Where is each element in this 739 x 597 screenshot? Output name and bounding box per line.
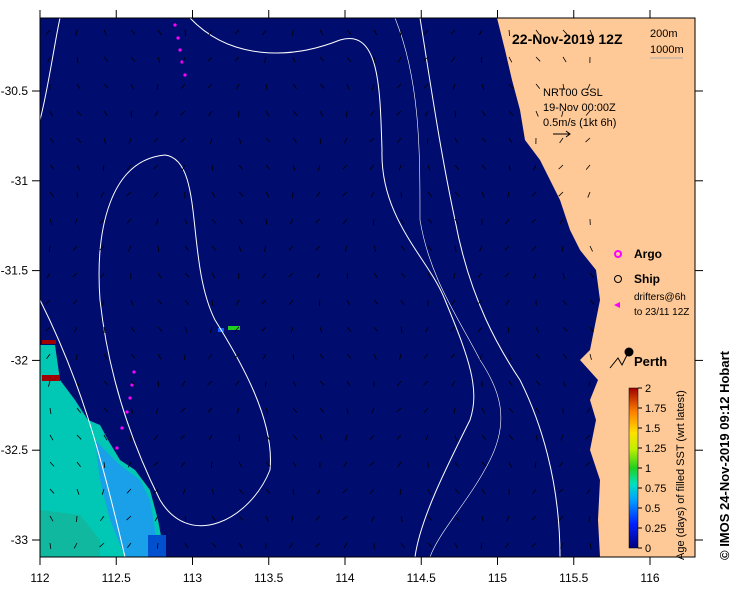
x-tick-label: 115 (488, 571, 507, 585)
city-perth: Perth (634, 354, 667, 369)
x-tick-label: 116 (640, 571, 659, 585)
colorbar-tick-label: 1.5 (645, 423, 660, 435)
legend-drifters-2: to 23/11 12Z (634, 307, 689, 318)
legend-argo: Argo (634, 247, 662, 261)
current-scale: 0.5m/s (1kt 6h) (543, 117, 616, 129)
credit: © IMOS 24-Nov-2019 09:12 Hobart (717, 350, 732, 560)
x-tick-label: 112 (30, 571, 49, 585)
y-tick-label: -30.5 (1, 84, 29, 98)
y-tick-label: -32 (11, 353, 29, 367)
x-tick-label: 114 (335, 571, 354, 585)
colorbar-tick-label: 0 (645, 543, 651, 555)
y-tick-label: -31 (11, 174, 29, 188)
colorbar-tick-label: 2 (645, 383, 651, 395)
colorbar-label: Age (days) of filled SST (wrt latest) (675, 390, 687, 560)
x-tick-label: 113 (183, 571, 202, 585)
map-canvas: 112 112.5 113 113.5 114 114.5 115 115.5 116 -30.5… (0, 0, 739, 592)
colorbar-tick-label: 0.5 (645, 503, 660, 515)
colorbar-tick-label: 0.75 (645, 483, 666, 495)
current-time: 19-Nov 00:00Z (543, 102, 616, 114)
depth-legend-200m: 200m (650, 28, 678, 40)
map-title: 22-Nov-2019 12Z (512, 31, 623, 47)
legend-drifters-1: drifters@6h (634, 292, 686, 303)
colorbar (629, 388, 638, 548)
colorbar-tick-label: 0.25 (645, 523, 666, 535)
x-tick-label: 112.5 (102, 571, 131, 585)
current-source: NRT00 GSL (543, 87, 603, 99)
colorbar-tick-label: 1 (645, 463, 651, 475)
perth-marker-icon (625, 348, 634, 357)
y-tick-label: -33 (11, 533, 29, 547)
legend-ship: Ship (634, 272, 660, 286)
colorbar-tick-label: 1.75 (645, 403, 666, 415)
x-tick-label: 113.5 (254, 571, 283, 585)
sst-map-figure: 112 112.5 113 113.5 114 114.5 115 115.5 116 -30.5… (0, 0, 739, 592)
depth-legend-1000m: 1000m (650, 44, 684, 56)
y-tick-label: -32.5 (1, 443, 29, 457)
x-tick-label: 115.5 (559, 571, 588, 585)
x-tick-label: 114.5 (407, 571, 436, 585)
colorbar-tick-label: 1.25 (645, 443, 666, 455)
y-tick-label: -31.5 (1, 264, 29, 278)
